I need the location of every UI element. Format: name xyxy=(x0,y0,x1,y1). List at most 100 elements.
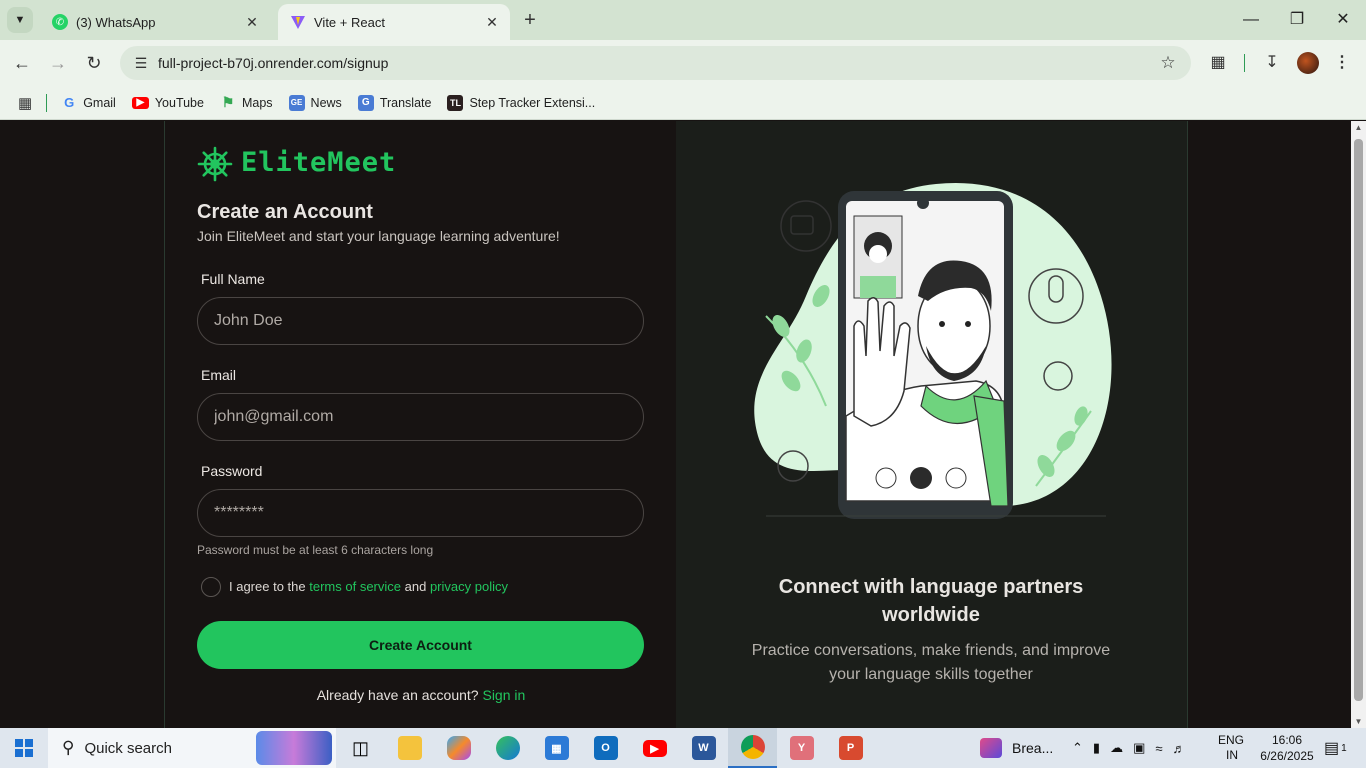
page-viewport: EliteMeet Create an Account Join EliteMe… xyxy=(0,121,1351,728)
bookmark-star-icon[interactable]: ☆ xyxy=(1153,53,1183,73)
edge-button[interactable] xyxy=(483,728,532,768)
page-title: Create an Account xyxy=(197,201,373,223)
step-tracker-icon: TL xyxy=(447,94,464,111)
forward-icon[interactable]: → xyxy=(46,51,70,75)
notification-label: Brea... xyxy=(1012,740,1054,756)
notification-count: 1 xyxy=(1341,742,1347,754)
outlook-button[interactable]: O xyxy=(581,728,630,768)
bookmark-label: Step Tracker Extensi... xyxy=(469,95,596,110)
create-account-button[interactable]: Create Account xyxy=(197,621,644,669)
bookmark-label: Maps xyxy=(241,95,273,110)
terms-checkbox[interactable] xyxy=(201,577,221,597)
chrome-button[interactable] xyxy=(728,728,777,768)
app-icon: Y xyxy=(789,736,814,760)
search-icon: ⚲ xyxy=(62,738,75,757)
restore-button[interactable]: ❐ xyxy=(1274,8,1320,32)
youtube-app-button[interactable]: ▶ xyxy=(630,728,679,768)
notification-widget[interactable]: Brea... xyxy=(980,728,1053,768)
bookmark-step-tracker[interactable]: TL Step Tracker Extensi... xyxy=(447,94,596,111)
reload-icon[interactable]: ↻ xyxy=(82,51,106,75)
search-label: Quick search xyxy=(84,739,172,757)
tab-vite-react[interactable]: Vite + React ✕ xyxy=(278,4,510,40)
clock[interactable]: 16:06 6/26/2025 xyxy=(1255,728,1319,768)
task-view-button[interactable]: ◫ xyxy=(336,728,385,768)
translate-icon: G xyxy=(357,94,374,111)
tab-search-button[interactable]: ▼ xyxy=(7,7,33,33)
url-text[interactable]: full-project-b70j.onrender.com/signup xyxy=(156,55,1153,71)
signin-link[interactable]: Sign in xyxy=(482,687,525,703)
edge-icon xyxy=(495,736,520,760)
word-icon: W xyxy=(691,736,716,760)
close-tab-icon[interactable]: ✕ xyxy=(240,14,264,31)
hero-panel: Connect with language partners worldwide… xyxy=(676,121,1188,728)
google-icon: G xyxy=(64,95,75,110)
search-highlight-image xyxy=(256,731,332,765)
terms-link[interactable]: terms of service xyxy=(309,579,401,594)
signup-form-panel: EliteMeet Create an Account Join EliteMe… xyxy=(164,121,676,728)
page-scrollbar[interactable]: ▲ ▼ xyxy=(1351,121,1366,728)
site-info-icon[interactable]: ☰ xyxy=(126,55,156,72)
tab-whatsapp[interactable]: ✆ (3) WhatsApp ✕ xyxy=(40,4,270,40)
terms-agreement: I agree to the terms of service and priv… xyxy=(229,579,508,594)
notification-icon: ▤ xyxy=(1324,740,1340,757)
word-button[interactable]: W xyxy=(679,728,728,768)
news-icon: GE xyxy=(288,94,305,111)
email-label: Email xyxy=(201,367,237,383)
file-explorer-button[interactable] xyxy=(385,728,434,768)
ship-wheel-icon xyxy=(197,146,233,182)
browser-toolbar: ← → ↻ ☰ full-project-b70j.onrender.com/s… xyxy=(0,40,1366,86)
divider xyxy=(46,93,48,112)
outlook-icon: O xyxy=(593,736,618,760)
bookmark-label: YouTube xyxy=(154,95,204,110)
copilot-button[interactable] xyxy=(434,728,483,768)
full-name-input[interactable] xyxy=(197,297,644,345)
slides-button[interactable]: P xyxy=(826,728,875,768)
menu-icon[interactable]: ⋮ xyxy=(1330,51,1354,75)
scroll-down-icon[interactable]: ▼ xyxy=(1351,717,1366,726)
back-icon[interactable]: ← xyxy=(10,51,34,75)
notification-center-button[interactable]: ▤ 1 xyxy=(1324,728,1347,768)
password-input[interactable] xyxy=(197,489,644,537)
page-subtitle: Join EliteMeet and start your language l… xyxy=(197,228,560,244)
privacy-link[interactable]: privacy policy xyxy=(430,579,508,594)
signin-text: Already have an account? xyxy=(316,687,479,703)
tab-strip: ▼ ✆ (3) WhatsApp ✕ Vite + React ✕ + — ❐ … xyxy=(0,0,1366,40)
taskbar-search[interactable]: ⚲ Quick search xyxy=(48,728,336,768)
store-button[interactable]: ▦ xyxy=(532,728,581,768)
apps-grid-icon[interactable]: ▦ xyxy=(18,94,32,112)
new-tab-button[interactable]: + xyxy=(518,8,542,32)
tab-title: (3) WhatsApp xyxy=(76,14,156,30)
bookmark-news[interactable]: GE News xyxy=(288,94,342,111)
address-bar[interactable]: ☰ full-project-b70j.onrender.com/signup … xyxy=(120,46,1191,80)
slides-icon: P xyxy=(838,736,863,760)
scroll-thumb[interactable] xyxy=(1354,139,1363,701)
vite-icon xyxy=(290,14,306,30)
signin-prompt: Already have an account? Sign in xyxy=(165,687,677,703)
bookmark-gmail[interactable]: G Gmail xyxy=(61,95,116,111)
agree-text: I agree to the xyxy=(229,579,306,594)
email-input[interactable] xyxy=(197,393,644,441)
app-button[interactable]: Y xyxy=(777,728,826,768)
news-widget-icon xyxy=(980,738,1002,758)
extensions-icon[interactable]: ▦ xyxy=(1206,51,1230,75)
minimize-button[interactable]: — xyxy=(1228,8,1274,32)
system-tray-icons[interactable]: ⌃ ▮ ☁ ▣ ≈ ♬ xyxy=(1072,728,1196,768)
password-hint: Password must be at least 6 characters l… xyxy=(197,543,434,557)
windows-start-button[interactable] xyxy=(0,728,48,768)
chevron-up-icon[interactable]: ⌃ xyxy=(1072,740,1093,756)
close-window-button[interactable]: ✕ xyxy=(1320,8,1366,32)
bookmark-translate[interactable]: G Translate xyxy=(357,94,431,111)
youtube-icon: ▶ xyxy=(131,96,149,109)
close-tab-icon[interactable]: ✕ xyxy=(480,14,504,31)
bookmark-maps[interactable]: ⚑ Maps xyxy=(220,94,273,111)
profile-avatar[interactable] xyxy=(1297,52,1319,74)
scroll-up-icon[interactable]: ▲ xyxy=(1351,123,1366,132)
windows-taskbar: ⚲ Quick search ◫ ▦ O ▶ W Y P Brea... ⌃ ▮… xyxy=(0,728,1366,768)
folder-icon xyxy=(397,736,422,760)
bookmark-youtube[interactable]: ▶ YouTube xyxy=(131,95,204,110)
download-icon[interactable]: ↧ xyxy=(1260,51,1284,75)
language-indicator[interactable]: ENG IN xyxy=(1218,728,1244,768)
battery-icon: ▮ xyxy=(1092,740,1111,755)
region-code: IN xyxy=(1226,748,1238,762)
maps-pin-icon: ⚑ xyxy=(221,94,235,110)
